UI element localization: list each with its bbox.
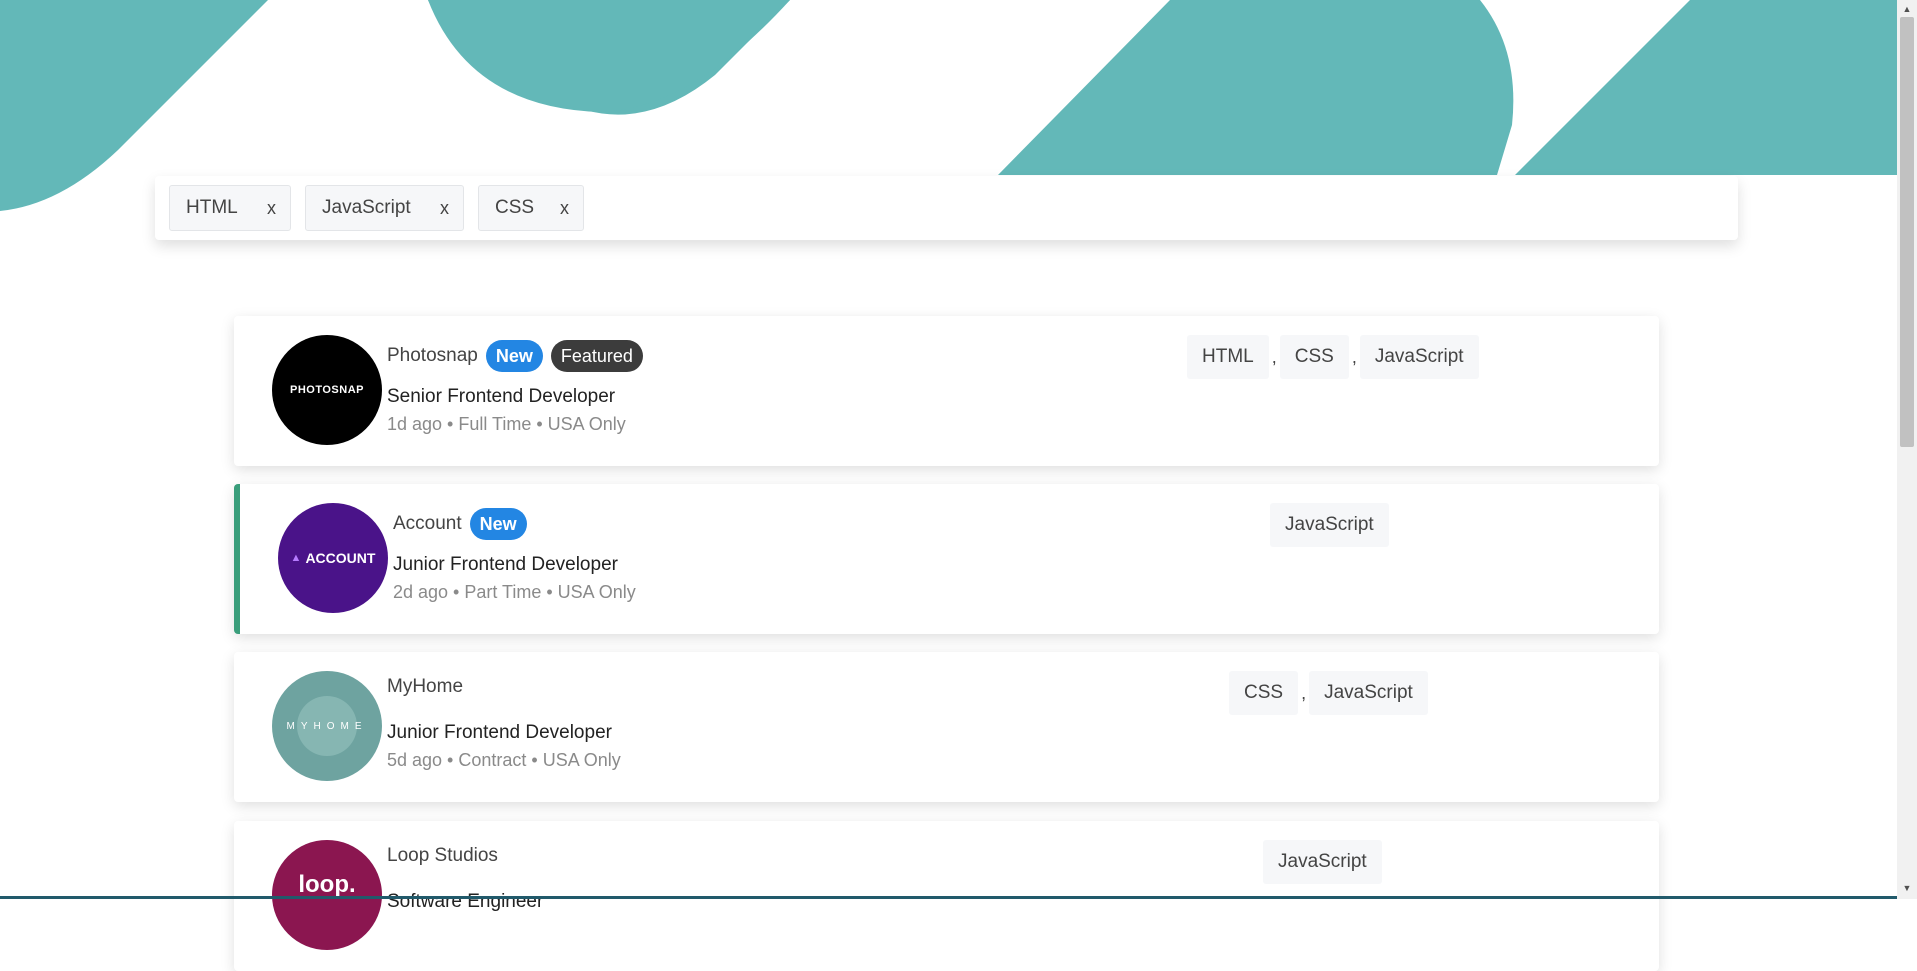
tag-separator: , <box>1351 346 1357 367</box>
tag-javascript[interactable]: JavaScript <box>1309 671 1428 715</box>
job-card-myhome: MYHOME MyHome Junior Frontend Developer … <box>234 652 1659 802</box>
tag-javascript[interactable]: JavaScript <box>1359 335 1479 379</box>
company-logo: PHOTOSNAP <box>272 335 382 445</box>
remove-filter-button[interactable]: x <box>440 198 449 219</box>
job-position[interactable]: Junior Frontend Developer <box>393 554 618 576</box>
job-card-account: ▲ ACCOUNT Account New Junior Frontend De… <box>234 484 1659 634</box>
scroll-down-icon[interactable]: ▼ <box>1897 879 1917 896</box>
company-name: Loop Studios <box>387 845 498 866</box>
myhome-logo-text: MYHOME <box>286 720 368 732</box>
filter-chip-html: HTML x <box>169 185 291 231</box>
tag-separator: , <box>1271 346 1277 367</box>
job-position[interactable]: Senior Frontend Developer <box>387 386 615 408</box>
company-name: MyHome <box>387 676 464 697</box>
filter-chip-javascript: JavaScript x <box>305 185 464 231</box>
new-badge: New <box>469 508 527 540</box>
job-tags: JavaScript <box>1270 503 1389 547</box>
job-meta: 5d ago • Contract • USA Only <box>387 750 621 770</box>
remove-filter-button[interactable]: x <box>560 198 569 219</box>
tag-separator: , <box>1301 682 1307 703</box>
job-tags: JavaScript <box>1263 840 1382 884</box>
tag-javascript[interactable]: JavaScript <box>1263 840 1382 884</box>
photosnap-logo-text: PHOTOSNAP <box>290 384 364 396</box>
company-logo: MYHOME <box>272 671 382 781</box>
job-position[interactable]: Junior Frontend Developer <box>387 722 612 744</box>
remove-filter-button[interactable]: x <box>267 198 276 219</box>
filter-chip-label: HTML <box>186 197 238 218</box>
tag-html[interactable]: HTML <box>1187 335 1269 379</box>
account-logo-text: ACCOUNT <box>305 550 376 566</box>
featured-badge: Featured <box>550 340 643 372</box>
job-tags: CSS , JavaScript <box>1229 671 1428 715</box>
company-logo: ▲ ACCOUNT <box>278 503 388 613</box>
job-tags: HTML , CSS , JavaScript <box>1187 335 1479 379</box>
filter-chip-css: CSS x <box>478 185 584 231</box>
job-position[interactable]: Software Engineer <box>387 891 543 913</box>
tag-css[interactable]: CSS <box>1229 671 1299 715</box>
company-name: Account <box>393 513 462 534</box>
company-name: Photosnap <box>387 345 478 366</box>
triangle-icon: ▲ <box>290 552 302 564</box>
job-meta: 1d ago • Full Time • USA Only <box>387 414 626 434</box>
scrollbar-thumb[interactable] <box>1900 17 1914 447</box>
job-card-photosnap: PHOTOSNAP Photosnap New Featured Senior … <box>234 316 1659 466</box>
scroll-up-icon[interactable]: ▲ <box>1897 0 1917 17</box>
filter-bar: HTML x JavaScript x CSS x <box>155 176 1738 240</box>
filter-chip-label: JavaScript <box>322 197 411 218</box>
filter-chip-label: CSS <box>495 197 535 218</box>
loop-logo-text: loop. <box>298 871 356 898</box>
vertical-scrollbar[interactable]: ▲ ▼ <box>1897 0 1917 899</box>
company-logo: loop. <box>272 840 382 950</box>
tag-css[interactable]: CSS <box>1279 335 1349 379</box>
tag-javascript[interactable]: JavaScript <box>1270 503 1389 547</box>
job-meta: 2d ago • Part Time • USA Only <box>393 582 636 602</box>
new-badge: New <box>485 340 543 372</box>
